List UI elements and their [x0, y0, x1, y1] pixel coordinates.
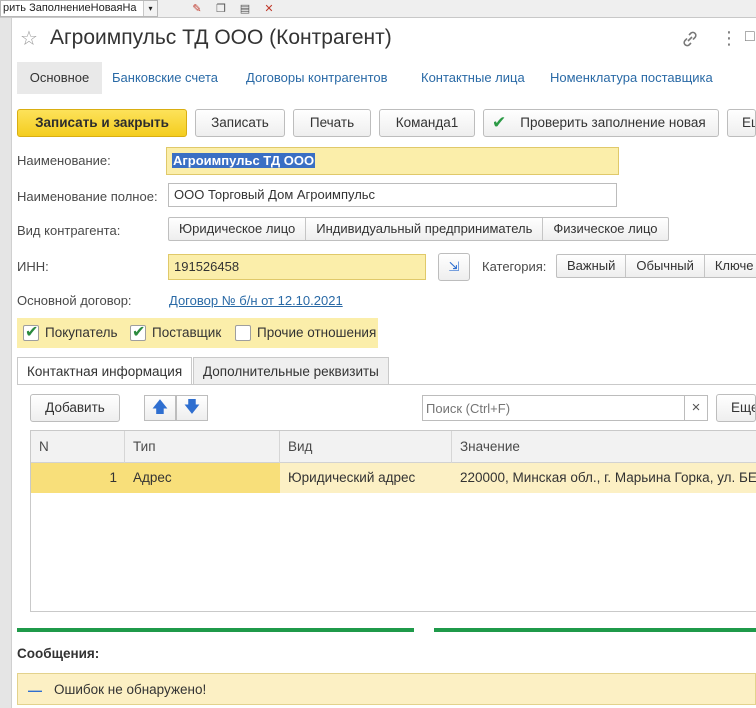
other-relations-checkbox[interactable] [235, 325, 251, 341]
command1-button[interactable]: Команда1 [379, 109, 475, 137]
progress-divider [17, 628, 756, 632]
inn-label: ИНН: [17, 259, 49, 274]
buyer-checkbox-label[interactable]: Покупатель [45, 325, 118, 340]
arrow-up-icon: 🡅 [151, 399, 169, 416]
checkmark-icon: ✔ [132, 324, 146, 341]
favorite-star-icon[interactable]: ☆ [20, 26, 38, 51]
name-field-value: Агроимпульс ТД ООО [172, 153, 316, 168]
tab-contact-info[interactable]: Контактная информация [17, 357, 193, 385]
table-row[interactable]: 1 Адрес Юридический адрес 220000, Минска… [31, 463, 756, 493]
category-option-key[interactable]: Ключе [705, 255, 756, 277]
supplier-checkbox[interactable]: ✔ [130, 324, 146, 341]
message-text: Ошибок не обнаружено! [54, 682, 207, 697]
add-contact-button[interactable]: Добавить [30, 394, 120, 422]
inn-field[interactable]: 191526458 [168, 254, 426, 280]
command-breadcrumb-text: рить ЗаполнениеНоваяНа [3, 2, 137, 14]
relations-checkbox-group: ✔ Покупатель ✔ Поставщик Прочие отношени… [17, 318, 378, 348]
inn-lookup-button[interactable]: ⇲ [438, 253, 470, 281]
contractor-type-selector[interactable]: Юридическое лицо Индивидуальный предприн… [168, 217, 669, 241]
checkmark-icon: ✔ [25, 324, 39, 341]
cell-type: Адрес [125, 463, 280, 493]
check-fill-button[interactable]: ✔ Проверить заполнение новая [483, 109, 719, 137]
lookup-icon: ⇲ [448, 259, 460, 274]
tab-main[interactable]: Основное [17, 62, 102, 94]
column-header-value[interactable]: Значение [452, 431, 756, 463]
left-frame [0, 18, 12, 708]
save-button[interactable]: Записать [195, 109, 285, 137]
contacts-table: N Тип Вид Значение 1 Адрес Юридический а… [30, 430, 756, 612]
chevron-down-icon[interactable]: ▾ [143, 1, 157, 16]
cell-n: 1 [31, 463, 125, 493]
move-down-button[interactable]: 🡇 [176, 395, 208, 421]
category-option-ordinary[interactable]: Обычный [626, 255, 705, 277]
messages-title: Сообщения: [17, 646, 100, 661]
copy-icon[interactable]: ❐ [214, 2, 228, 16]
arrow-down-icon: 🡇 [183, 399, 201, 416]
check-icon: ✔ [492, 113, 507, 132]
print-button[interactable]: Печать [293, 109, 371, 137]
tab-contact-persons[interactable]: Контактные лица [421, 62, 525, 94]
collapse-dash-icon[interactable]: — [28, 682, 42, 698]
column-header-type[interactable]: Тип [125, 431, 280, 463]
column-header-n[interactable]: N [31, 431, 125, 463]
check-fill-label: Проверить заполнение новая [520, 115, 706, 130]
top-toolbar-strip: рить ЗаполнениеНоваяНа ▾ ✎ ❐ ▤ ✕ [0, 0, 756, 18]
fullname-field[interactable]: ООО Торговый Дом Агроимпульс [168, 183, 617, 207]
category-option-important[interactable]: Важный [557, 255, 627, 277]
page-title: Агроимпульс ТД ООО (Контрагент) [50, 26, 392, 49]
type-option-entrepreneur[interactable]: Индивидуальный предприниматель [306, 218, 544, 240]
delete-icon[interactable]: ✕ [262, 2, 276, 16]
contract-link[interactable]: Договор № б/н от 12.10.2021 [169, 293, 343, 308]
message-item[interactable]: — Ошибок не обнаружено! [17, 673, 756, 705]
type-label: Вид контрагента: [17, 223, 121, 238]
name-label: Наименование: [17, 153, 111, 168]
type-option-legal[interactable]: Юридическое лицо [169, 218, 307, 240]
cell-value: 220000, Минская обл., г. Марьина Горка, … [460, 470, 756, 485]
document-icon[interactable]: ▤ [238, 2, 252, 16]
other-relations-checkbox-label[interactable]: Прочие отношения [257, 325, 376, 340]
more-button[interactable]: Ещ [727, 109, 756, 137]
window-button-icon[interactable]: □ [745, 28, 755, 46]
tab-contracts[interactable]: Договоры контрагентов [246, 62, 388, 94]
name-field[interactable]: Агроимпульс ТД ООО [166, 147, 619, 175]
move-up-button[interactable]: 🡅 [144, 395, 176, 421]
more-menu-icon[interactable]: ⋮ [720, 28, 738, 49]
tab-divider [17, 384, 756, 385]
more-contacts-button[interactable]: Еще [716, 394, 756, 422]
cell-kind: Юридический адрес [288, 470, 416, 485]
search-input[interactable] [422, 395, 684, 421]
pin-icon[interactable]: ✎ [190, 2, 204, 16]
command-breadcrumb[interactable]: рить ЗаполнениеНоваяНа ▾ [0, 0, 158, 17]
buyer-checkbox[interactable]: ✔ [23, 324, 39, 341]
tab-additional-props[interactable]: Дополнительные реквизиты [193, 357, 389, 385]
supplier-checkbox-label[interactable]: Поставщик [152, 325, 221, 340]
type-option-individual[interactable]: Физическое лицо [543, 218, 667, 240]
clear-search-button[interactable]: × [684, 395, 708, 421]
save-and-close-button[interactable]: Записать и закрыть [17, 109, 187, 137]
category-label: Категория: [482, 259, 547, 274]
tab-supplier-nomenclature[interactable]: Номенклатура поставщика [550, 62, 713, 94]
fullname-label: Наименование полное: [17, 189, 158, 204]
column-header-kind[interactable]: Вид [280, 431, 452, 463]
tab-bank-accounts[interactable]: Банковские счета [112, 62, 218, 94]
table-header: N Тип Вид Значение [31, 431, 756, 463]
category-selector[interactable]: Важный Обычный Ключе [556, 254, 756, 278]
contract-label: Основной договор: [17, 293, 132, 308]
link-icon[interactable] [680, 29, 700, 49]
